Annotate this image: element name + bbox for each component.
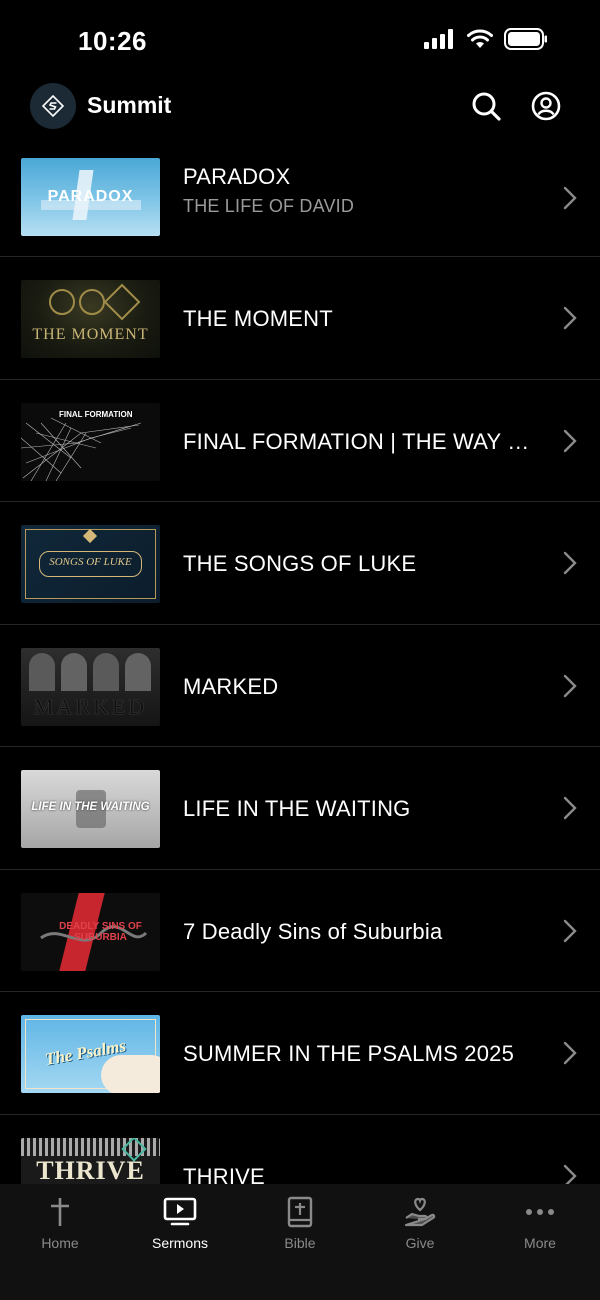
chevron-right-icon — [563, 429, 577, 452]
series-thumbnail: DEADLY SINS OF SUBURBIA — [21, 892, 160, 971]
series-subtitle: THE LIFE OF DAVID — [183, 196, 355, 216]
status-icons — [424, 28, 548, 50]
tab-sermons[interactable]: Sermons — [120, 1192, 240, 1251]
chevron-right-icon — [563, 186, 577, 210]
chevron-right-icon — [563, 306, 577, 330]
series-thumbnail: MARKED — [21, 647, 160, 726]
tab-bible[interactable]: Bible — [240, 1192, 360, 1251]
series-list: PARADOX PARADOX THE LIFE OF DAVID THE MO… — [0, 150, 600, 1184]
series-item-final-formation[interactable]: FINAL FORMATION FINAL FORMATION | THE WA… — [0, 380, 600, 502]
app-title: Summit — [87, 92, 172, 118]
thumbnail-text: THRIVE — [36, 1155, 145, 1185]
thumbnail-text: FINAL FORMATION — [59, 409, 133, 419]
tv-play-icon — [163, 1197, 197, 1226]
status-bar: 10:26 — [0, 0, 600, 80]
series-item-life-in-the-waiting[interactable]: LIFE IN THE WAITING LIFE IN THE WAITING — [0, 747, 600, 870]
tab-give[interactable]: Give — [360, 1192, 480, 1251]
thumbnail-text: PARADOX — [47, 188, 134, 205]
tab-bar: Home Sermons Bible Give More — [0, 1184, 600, 1300]
series-item-thrive[interactable]: THRIVE THRIVE — [0, 1115, 600, 1185]
series-thumbnail: SONGS OF LUKE — [21, 525, 160, 603]
bible-icon — [287, 1196, 313, 1228]
series-item-the-moment[interactable]: THE MOMENT THE MOMENT — [0, 257, 600, 380]
thumbnail-text: LIFE IN THE WAITING — [31, 801, 150, 813]
give-hand-heart-icon — [404, 1197, 436, 1227]
series-title: PARADOX — [183, 164, 291, 189]
tab-home[interactable]: Home — [0, 1192, 120, 1251]
cross-icon — [51, 1198, 69, 1226]
battery-icon — [504, 28, 547, 50]
series-thumbnail: PARADOX — [21, 158, 160, 236]
chevron-right-icon — [563, 919, 577, 942]
cellular-signal-icon — [424, 29, 453, 49]
series-thumbnail: THE MOMENT — [21, 280, 160, 358]
series-thumbnail: The Psalms — [21, 1015, 160, 1093]
tab-label: More — [524, 1235, 556, 1251]
series-title: THRIVE — [183, 1163, 265, 1185]
more-dots-icon — [526, 1209, 554, 1215]
series-item-summer-in-the-psalms[interactable]: The Psalms SUMMER IN THE PSALMS 2025 — [0, 992, 600, 1115]
series-item-songs-of-luke[interactable]: SONGS OF LUKE THE SONGS OF LUKE — [0, 502, 600, 625]
series-title: MARKED — [183, 673, 279, 699]
series-item-7-deadly-sins[interactable]: DEADLY SINS OF SUBURBIA 7 Deadly Sins of… — [0, 870, 600, 992]
status-time: 10:26 — [78, 26, 147, 56]
series-item-marked[interactable]: MARKED MARKED — [0, 625, 600, 747]
series-title: 7 Deadly Sins of Suburbia — [183, 918, 443, 944]
series-title: LIFE IN THE WAITING — [183, 796, 411, 821]
tab-label: Sermons — [151, 1235, 209, 1251]
series-thumbnail: THRIVE — [21, 1137, 160, 1185]
series-title: THE SONGS OF LUKE — [183, 551, 417, 576]
series-item-paradox[interactable]: PARADOX PARADOX THE LIFE OF DAVID — [0, 150, 600, 257]
tab-label: Give — [405, 1235, 435, 1251]
thumbnail-text: THE MOMENT — [32, 326, 149, 343]
account-icon — [531, 91, 561, 121]
series-thumbnail: LIFE IN THE WAITING — [21, 770, 160, 848]
series-thumbnail: FINAL FORMATION — [21, 402, 160, 481]
series-title: SUMMER IN THE PSALMS 2025 — [183, 1041, 515, 1066]
app-header: Summit — [0, 80, 600, 150]
thumbnail-text: SONGS OF LUKE — [49, 556, 132, 568]
summit-logo-icon[interactable] — [30, 83, 76, 129]
thumbnail-text: DEADLY SINS OF SUBURBIA — [59, 920, 142, 943]
series-title: FINAL FORMATION | THE WAY F... — [183, 428, 530, 454]
tab-label: Bible — [284, 1235, 316, 1251]
series-title: THE MOMENT — [183, 306, 333, 331]
chevron-right-icon — [563, 796, 577, 820]
wifi-icon — [467, 29, 493, 48]
chevron-right-icon — [563, 1164, 577, 1184]
chevron-right-icon — [563, 674, 577, 697]
chevron-right-icon — [563, 1041, 577, 1065]
thumbnail-text: MARKED — [33, 693, 148, 719]
tab-more[interactable]: More — [480, 1192, 600, 1251]
chevron-right-icon — [563, 551, 577, 575]
profile-button[interactable] — [528, 88, 564, 124]
search-icon — [472, 92, 501, 121]
search-button[interactable] — [468, 88, 504, 124]
tab-label: Home — [41, 1235, 79, 1251]
